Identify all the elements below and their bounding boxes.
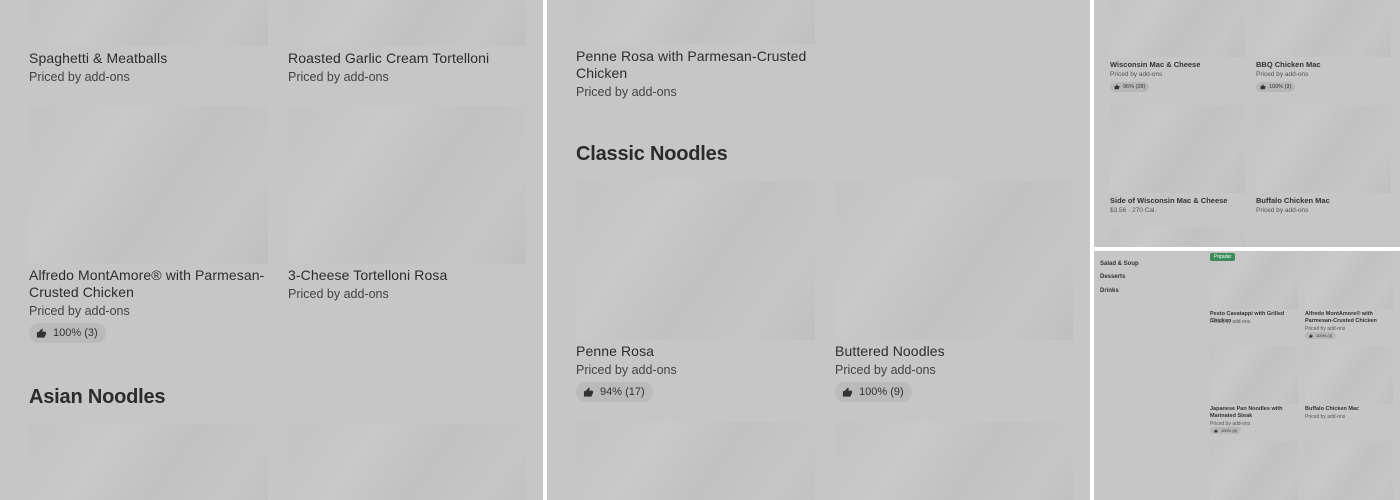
- rating-badge: 96% (28): [1110, 82, 1150, 92]
- item-title[interactable]: Side of Wisconsin Mac & Cheese: [1110, 196, 1227, 205]
- rating-text: 100% (3): [53, 327, 98, 339]
- item-price: Priced by add-ons: [835, 363, 936, 377]
- menu-panel-popular: Salad & Soup Desserts Drinks Popular Pes…: [1094, 251, 1400, 500]
- rating-text: 100% (9): [859, 386, 904, 398]
- rating-badge: 100% (3): [29, 323, 106, 343]
- item-image-pan-noodles[interactable]: [1210, 346, 1298, 404]
- rating-text: 96% (28): [1123, 84, 1146, 90]
- item-title[interactable]: Spaghetti & Meatballs: [29, 50, 269, 67]
- sidebar-item-desserts[interactable]: Desserts: [1100, 274, 1125, 280]
- section-heading: Asian Noodles: [29, 386, 166, 408]
- item-title[interactable]: Buffalo Chicken Mac: [1256, 196, 1330, 205]
- item-price: Priced by add-ons: [288, 70, 389, 84]
- item-price-calories: $3.56 · 270 Cal.: [1110, 207, 1156, 215]
- item-image-penne-chicken[interactable]: [576, 0, 815, 44]
- item-image-tortelloni[interactable]: [288, 0, 526, 46]
- rating-text: 94% (17): [600, 386, 645, 398]
- item-image[interactable]: [1210, 441, 1298, 500]
- item-price: Priced by add-ons: [29, 70, 130, 84]
- item-price: Priced by add-ons: [1210, 319, 1251, 325]
- item-title[interactable]: Alfredo MontAmore® with Parmesan-Crusted…: [1305, 311, 1397, 325]
- thumbs-up-icon: [1260, 84, 1266, 90]
- item-title[interactable]: Roasted Garlic Cream Tortelloni: [288, 50, 528, 67]
- rating-text: 100% (5): [1221, 428, 1238, 433]
- section-heading: Classic Noodles: [576, 143, 728, 165]
- item-image-buttered-noodles[interactable]: [835, 181, 1073, 340]
- thumbs-up-icon: [583, 386, 594, 397]
- item-price: Priced by add-ons: [1256, 207, 1309, 214]
- menu-panel-mac: Wisconsin Mac & Cheese Priced by add-ons…: [1094, 0, 1400, 247]
- item-image-penne-rosa[interactable]: [576, 181, 815, 340]
- item-price: Priced by add-ons: [29, 304, 130, 318]
- item-image-wisconsin-mac[interactable]: [1110, 0, 1245, 57]
- item-image[interactable]: [835, 422, 1073, 500]
- item-price: Priced by add-ons: [1110, 71, 1163, 78]
- rating-badge: 100% (5): [1210, 427, 1242, 434]
- item-price: Priced by add-ons: [1256, 71, 1309, 78]
- thumbs-up-icon: [1309, 333, 1313, 337]
- rating-badge: 100% (9): [835, 382, 912, 402]
- item-title[interactable]: Buttered Noodles: [835, 343, 945, 360]
- item-image[interactable]: [288, 424, 526, 500]
- thumbs-up-icon: [36, 327, 47, 338]
- thumbs-up-icon: [1114, 84, 1120, 90]
- item-title[interactable]: BBQ Chicken Mac: [1256, 60, 1321, 69]
- rating-text: 100% (3): [1269, 84, 1292, 90]
- item-price: Priced by add-ons: [288, 287, 389, 301]
- rating-badge: 100% (3): [1256, 82, 1296, 92]
- item-price: $3.56: [1110, 207, 1127, 214]
- rating-badge: 100% (3): [1305, 332, 1337, 339]
- item-image-bbq-mac[interactable]: [1256, 0, 1391, 57]
- item-image-spaghetti[interactable]: [29, 0, 268, 46]
- item-title[interactable]: Penne Rosa: [576, 343, 654, 360]
- item-image-buffalo-mac[interactable]: [1256, 105, 1391, 193]
- menu-panel-pasta: Spaghetti & Meatballs Priced by add-ons …: [0, 0, 543, 500]
- item-title[interactable]: Japanese Pan Noodles with Marinated Stea…: [1210, 406, 1302, 420]
- item-image[interactable]: [1305, 441, 1393, 500]
- rating-badge: 94% (17): [576, 382, 653, 402]
- item-image-alfredo[interactable]: [29, 106, 268, 264]
- item-price: Priced by add-ons: [1305, 414, 1346, 420]
- item-calories: 270 Cal.: [1132, 207, 1157, 214]
- menu-panel-noodles: Penne Rosa with Parmesan-Crusted Chicken…: [547, 0, 1090, 500]
- item-image-buffalo-mac[interactable]: [1305, 346, 1393, 404]
- item-title[interactable]: 3-Cheese Tortelloni Rosa: [288, 267, 528, 284]
- sidebar-item-salad-soup[interactable]: Salad & Soup: [1100, 261, 1139, 267]
- item-title[interactable]: Buffalo Chicken Mac: [1305, 406, 1397, 413]
- item-title[interactable]: Penne Rosa with Parmesan-Crusted Chicken: [576, 48, 816, 82]
- item-image[interactable]: [1110, 227, 1245, 247]
- item-price: Priced by add-ons: [576, 85, 677, 99]
- item-title[interactable]: Alfredo MontAmore® with Parmesan-Crusted…: [29, 267, 269, 301]
- item-title[interactable]: Wisconsin Mac & Cheese: [1110, 60, 1200, 69]
- item-image-side-mac[interactable]: [1110, 105, 1245, 193]
- item-image-tortelloni-rosa[interactable]: [288, 106, 526, 264]
- item-image[interactable]: [29, 424, 268, 500]
- sidebar-item-drinks[interactable]: Drinks: [1100, 288, 1119, 294]
- popular-badge: Popular: [1210, 253, 1236, 261]
- item-image[interactable]: [576, 422, 815, 500]
- rating-text: 100% (3): [1316, 333, 1333, 338]
- item-image-alfredo[interactable]: [1305, 252, 1393, 309]
- thumbs-up-icon: [842, 386, 853, 397]
- thumbs-up-icon: [1214, 428, 1218, 432]
- item-price: Priced by add-ons: [576, 363, 677, 377]
